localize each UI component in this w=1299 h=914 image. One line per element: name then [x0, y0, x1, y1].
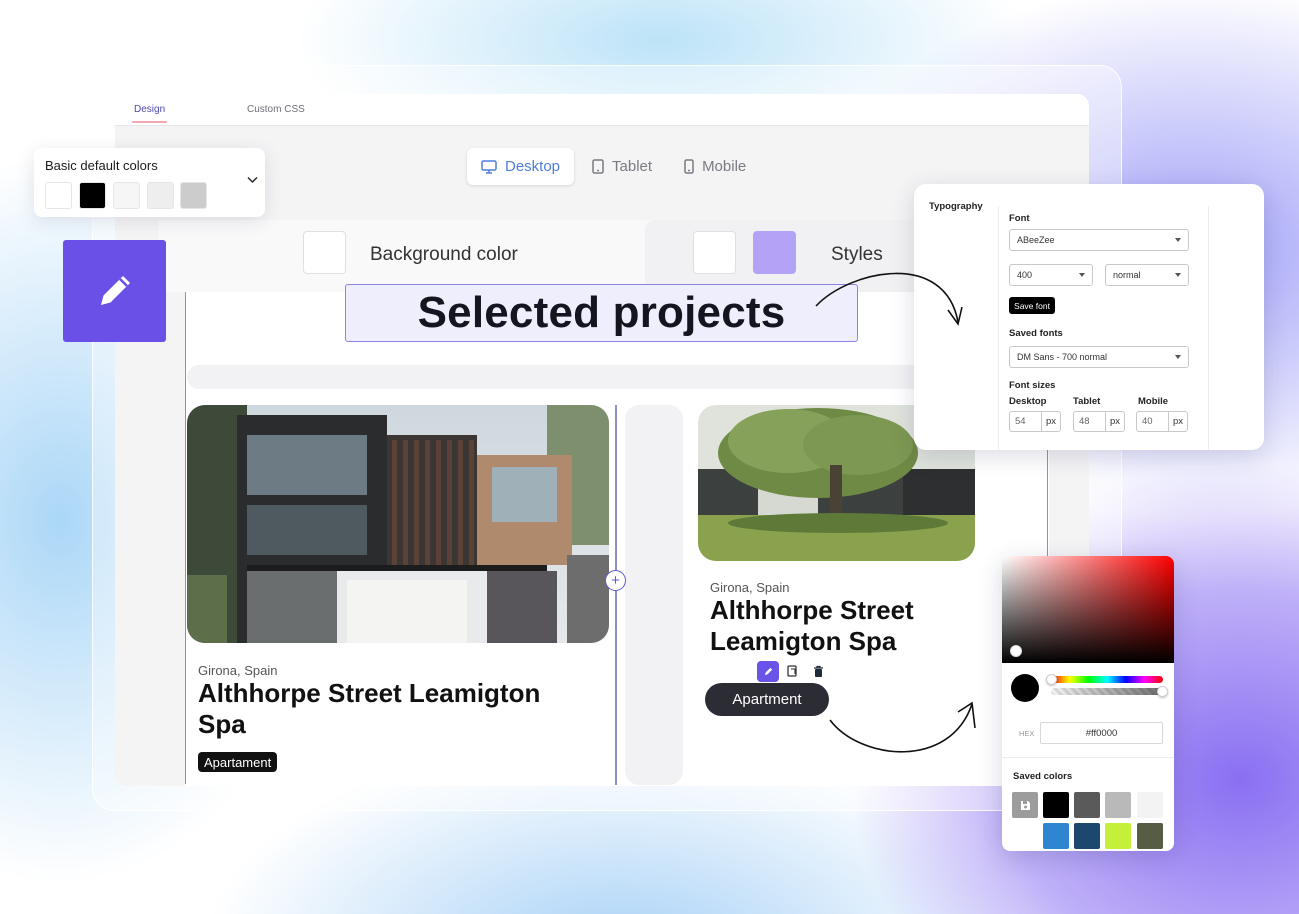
callout-arrows: [815, 272, 976, 753]
arrow-to-typography: [815, 272, 959, 323]
arrow-to-picker: [829, 703, 973, 753]
